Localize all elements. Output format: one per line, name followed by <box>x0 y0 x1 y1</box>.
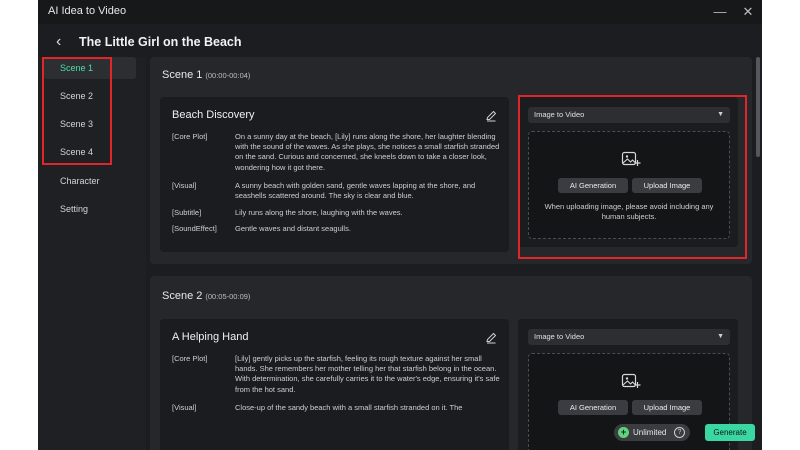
close-icon[interactable]: ✕ <box>738 2 758 22</box>
row-text: A sunny beach with golden sand, gentle w… <box>235 181 476 201</box>
mode-dropdown-value: Image to Video <box>534 110 585 119</box>
row-label: [SoundEffect] <box>172 224 217 233</box>
app-title: AI Idea to Video <box>48 5 127 17</box>
image-add-icon <box>621 373 641 388</box>
plan-label: Unlimited <box>633 428 667 437</box>
sidebar-item-scene-2[interactable]: Scene 2 <box>44 85 136 107</box>
scene-title: A Helping Hand <box>172 331 249 343</box>
edit-icon[interactable] <box>484 331 498 345</box>
scrollbar[interactable] <box>756 57 760 157</box>
scene-time: (00:05-00:09) <box>205 292 251 301</box>
scene-name: Scene 1 <box>162 69 203 81</box>
mode-dropdown[interactable]: Image to Video ▼ <box>528 107 730 123</box>
row-label: [Visual] <box>172 181 197 190</box>
plot-card: A Helping Hand [Core Plot] [Lily] gently… <box>160 319 509 450</box>
row-text: Close-up of the sandy beach with a small… <box>235 403 463 412</box>
sidebar-item-setting[interactable]: Setting <box>44 198 136 220</box>
back-arrow-icon[interactable]: ‹ <box>56 32 72 52</box>
upload-image-button[interactable]: Upload Image <box>632 178 702 193</box>
row-text: [Lily] gently picks up the starfish, fee… <box>235 354 500 394</box>
scene-title: Beach Discovery <box>172 109 255 121</box>
sidebar-item-scene-4[interactable]: Scene 4 <box>44 141 136 163</box>
image-add-icon <box>621 151 641 166</box>
chevron-down-icon: ▼ <box>717 333 724 340</box>
row-label: [Visual] <box>172 403 197 412</box>
row-label: [Core Plot] <box>172 354 208 363</box>
sidebar: Scene 1 Scene 2 Scene 3 Scene 4 Characte… <box>38 57 146 450</box>
ai-generation-button[interactable]: AI Generation <box>558 400 628 415</box>
plot-card: Beach Discovery [Core Plot] On a sunny d… <box>160 97 509 252</box>
row-text: Gentle waves and distant seagulls. <box>235 224 351 233</box>
scene-header: Scene 2 (00:05-00:09) <box>162 290 250 302</box>
plan-badge[interactable]: + Unlimited ? <box>614 424 690 441</box>
scene-card: Scene 1 (00:00-00:04) Beach Discovery [Co… <box>150 57 752 264</box>
scene-name: Scene 2 <box>162 290 203 302</box>
plus-icon: + <box>618 427 629 438</box>
mode-dropdown-value: Image to Video <box>534 332 585 341</box>
sidebar-item-scene-1[interactable]: Scene 1 <box>44 57 136 79</box>
main-content: Scene 1 (00:00-00:04) Beach Discovery [Co… <box>150 57 756 450</box>
row-label: [Subtitle] <box>172 208 202 217</box>
scene-header: Scene 1 (00:00-00:04) <box>162 69 250 81</box>
generate-button[interactable]: Generate <box>705 424 755 441</box>
row-text: On a sunny day at the beach, [Lily] runs… <box>235 132 500 172</box>
help-icon[interactable]: ? <box>674 427 685 438</box>
sidebar-item-character[interactable]: Character <box>44 170 136 192</box>
image-dropzone[interactable]: AI Generation Upload Image When uploadin… <box>528 131 730 239</box>
title-bar: AI Idea to Video — ✕ <box>38 0 762 24</box>
ai-generation-button[interactable]: AI Generation <box>558 178 628 193</box>
page-title: The Little Girl on the Beach <box>79 35 242 49</box>
sidebar-item-scene-3[interactable]: Scene 3 <box>44 113 136 135</box>
media-panel: Image to Video ▼ AI Generation Upload Im… <box>518 97 738 247</box>
upload-image-button[interactable]: Upload Image <box>632 400 702 415</box>
scene-time: (00:00-00:04) <box>205 71 251 80</box>
app-window: AI Idea to Video — ✕ ‹ The Little Girl o… <box>38 0 762 450</box>
upload-hint: When uploading image, please avoid inclu… <box>544 202 714 221</box>
row-text: Lily runs along the shore, laughing with… <box>235 208 403 217</box>
minimize-icon[interactable]: — <box>710 2 730 22</box>
chevron-down-icon: ▼ <box>717 111 724 118</box>
row-label: [Core Plot] <box>172 132 208 141</box>
mode-dropdown[interactable]: Image to Video ▼ <box>528 329 730 345</box>
edit-icon[interactable] <box>484 109 498 123</box>
